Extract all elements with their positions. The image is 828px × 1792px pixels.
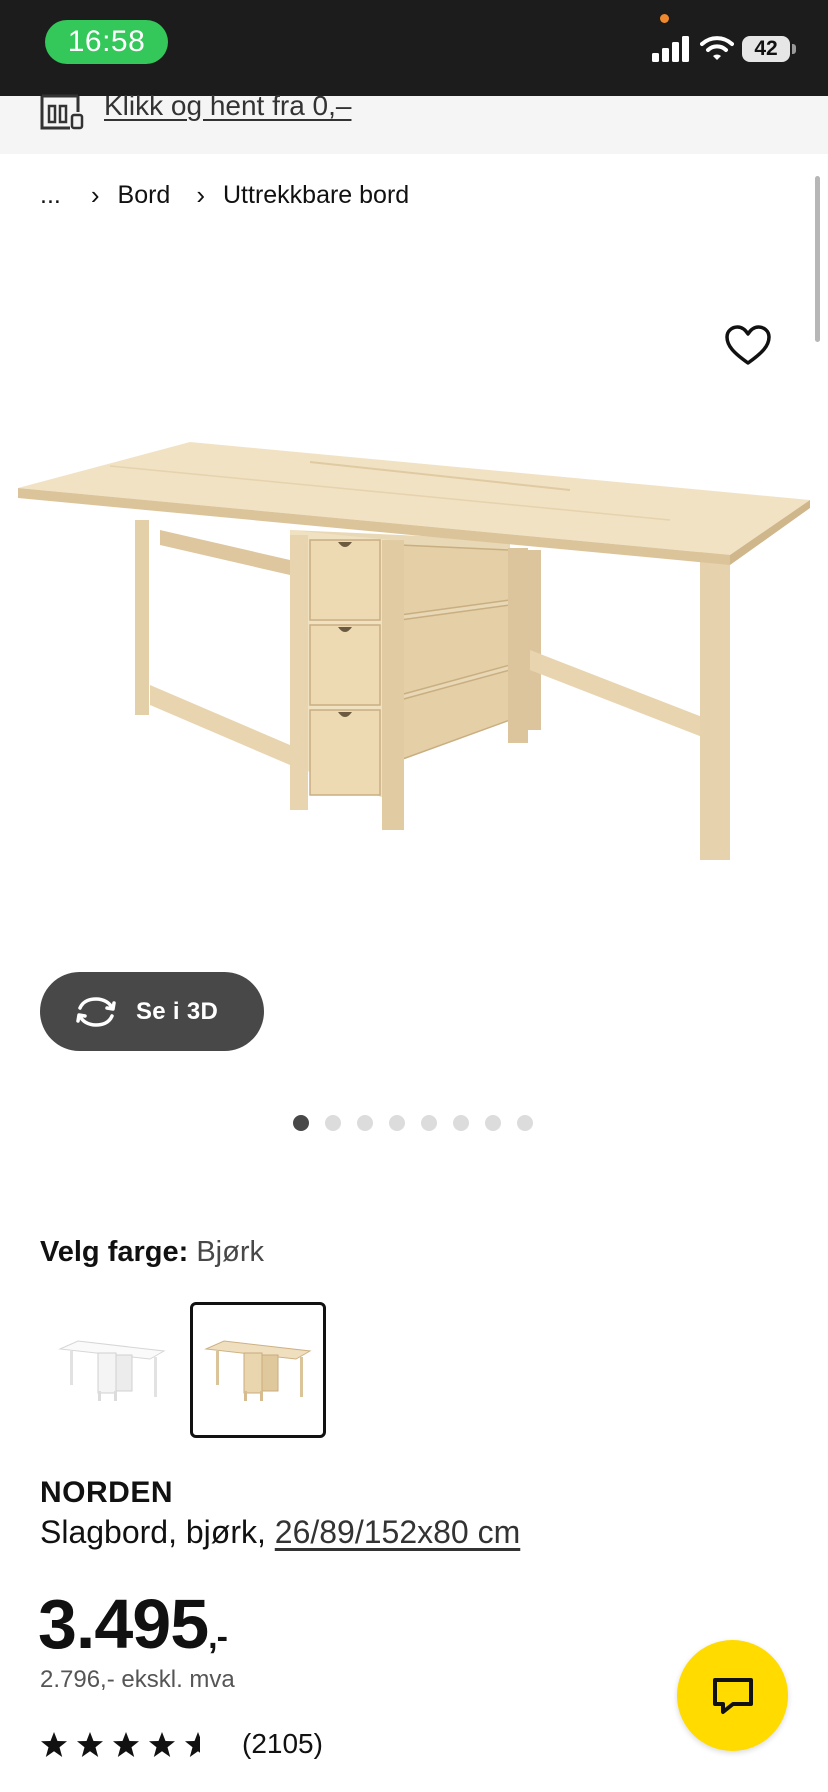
battery-tip [792,44,796,54]
product-image[interactable] [10,430,822,970]
product-type: Slagbord, bjørk, [40,1514,266,1550]
chat-button[interactable] [677,1640,788,1751]
star-icon [41,1731,67,1757]
chat-icon [712,1677,753,1714]
color-selected-value: Bjørk [196,1236,265,1268]
signal-icon [652,36,689,62]
product-description: Slagbord, bjørk, 26/89/152x80 cm [40,1514,520,1551]
wifi-icon [700,36,734,60]
see-in-3d-label: Se i 3D [136,997,219,1025]
pagination-dot[interactable] [485,1115,501,1131]
half-star-icon [185,1731,200,1757]
star-icon [77,1731,103,1757]
color-label-title: Velg farge: [40,1236,189,1268]
store-icon [40,94,84,130]
product-rating[interactable]: (2105) [40,1728,323,1760]
rating-count: (2105) [242,1728,323,1759]
pagination-dot[interactable] [389,1115,405,1131]
star-icon [113,1731,139,1757]
pagination-dot[interactable] [453,1115,469,1131]
chevron-right-icon: › [90,180,100,210]
privacy-indicator-dot [660,14,669,23]
color-picker-label: Velg farge: Bjørk [40,1236,264,1269]
product-dimensions-link[interactable]: 26/89/152x80 cm [275,1514,521,1550]
scrollbar[interactable] [815,176,820,342]
see-in-3d-button[interactable]: Se i 3D [40,972,264,1051]
product-price: 3.495,- [38,1584,228,1664]
pagination-dot[interactable] [357,1115,373,1131]
pagination-dot[interactable] [421,1115,437,1131]
color-swatch-white[interactable] [44,1302,180,1438]
product-name: NORDEN [40,1476,174,1509]
click-and-collect-link[interactable]: Klikk og hent fra 0,– [104,90,351,122]
pagination-dot[interactable] [325,1115,341,1131]
price-ex-vat: 2.796,- ekskl. mva [40,1666,235,1693]
price-suffix: ,- [208,1618,228,1656]
pagination-dot[interactable] [517,1115,533,1131]
star-icon [149,1731,175,1757]
pagination-dot[interactable] [293,1115,309,1131]
click-and-collect-banner: Klikk og hent fra 0,– [0,90,828,154]
chevron-right-icon: › [196,180,205,210]
white-table-thumbnail [58,1340,166,1401]
battery-icon: 42 [742,36,790,62]
birch-table-thumbnail [204,1340,312,1401]
color-swatch-birch[interactable] [190,1302,326,1438]
breadcrumb-ellipsis[interactable]: ... [40,181,61,210]
heart-icon[interactable] [724,324,772,366]
breadcrumb-bord[interactable]: Bord [118,181,171,210]
image-pagination [293,1115,549,1131]
status-time: 16:58 [45,20,168,64]
status-bar: 16:58 42 [0,0,828,96]
breadcrumb: ... › Bord › Uttrekkbare bord [40,180,409,211]
breadcrumb-uttrekkbare-bord[interactable]: Uttrekkbare bord [223,181,409,210]
price-value: 3.495 [38,1585,209,1663]
rotate-3d-icon [76,996,116,1027]
